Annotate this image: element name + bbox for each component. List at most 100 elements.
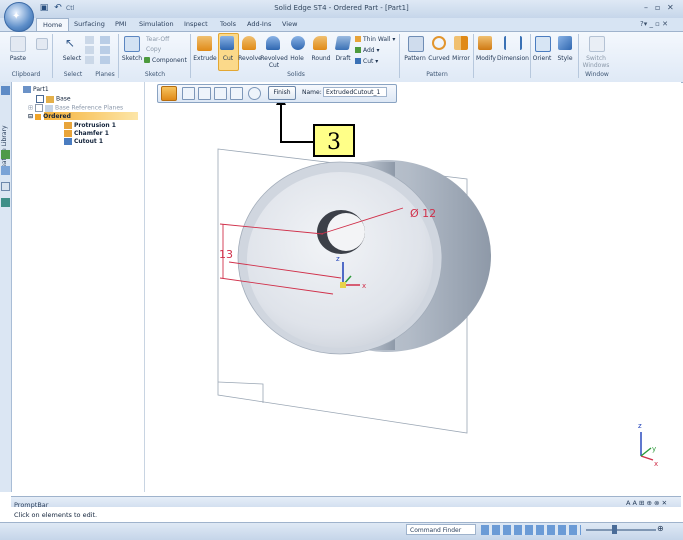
pattern-icon[interactable]	[408, 36, 424, 52]
revolved-cut-button-label[interactable]: Revolved Cut	[260, 55, 288, 69]
tab-inspect[interactable]: Inspect	[184, 20, 208, 28]
curved-icon[interactable]	[432, 36, 446, 50]
thin-wall-button[interactable]: Thin Wall ▾	[363, 36, 395, 43]
cylinder-face[interactable]	[247, 172, 433, 348]
pattern-button-label[interactable]: Pattern	[401, 55, 429, 62]
side-step-icon[interactable]	[214, 87, 227, 100]
zoom-slider-track[interactable]	[586, 529, 656, 531]
style-button-label[interactable]: Style	[554, 55, 576, 62]
pathfinder-tab-icon[interactable]	[1, 86, 10, 95]
paste-icon[interactable]	[10, 36, 26, 52]
feature-name-field[interactable]: ExtrudedCutout_1	[323, 87, 387, 97]
profile-step-icon[interactable]	[198, 87, 211, 100]
selection-tab-icon[interactable]	[1, 182, 10, 191]
tab-simulation[interactable]: Simulation	[139, 20, 174, 28]
expand-icon[interactable]: ⊞	[28, 105, 33, 112]
view-tools-icons[interactable]	[481, 525, 581, 535]
diameter-dimension[interactable]: Ø 12	[410, 207, 436, 220]
command-finder-input[interactable]: Command Finder	[406, 524, 476, 535]
curved-button-label[interactable]: Curved	[427, 55, 451, 62]
cut-clip-icon[interactable]	[36, 38, 48, 50]
draft-button-label[interactable]: Draft	[333, 55, 353, 62]
teamcenter-tab-icon[interactable]	[1, 198, 10, 207]
tree-item-cutout[interactable]: Cutout 1	[64, 138, 103, 145]
orient-icon[interactable]	[535, 36, 551, 52]
extrude-button-label[interactable]: Extrude	[191, 55, 219, 62]
thin-wall-icon	[355, 36, 361, 42]
tab-add-ins[interactable]: Add-Ins	[247, 20, 271, 28]
prompt-bar-controls[interactable]: A A ⊞ ⊕ ⊗ ✕	[626, 499, 667, 507]
modify-button-label[interactable]: Modify	[473, 55, 499, 62]
feature-library-tab[interactable]: Feature Library	[1, 108, 10, 188]
cut-icon[interactable]	[220, 36, 234, 50]
select-tools-icon[interactable]	[85, 36, 95, 66]
application-button[interactable]: ✦	[4, 2, 34, 32]
layers-tab-icon[interactable]	[1, 150, 10, 159]
view-triad-x	[640, 455, 654, 461]
tab-pmi[interactable]: PMI	[115, 20, 126, 28]
cut-dropdown-button[interactable]: Cut ▾	[363, 58, 378, 65]
finish-button[interactable]: Finish	[268, 86, 296, 100]
tab-tools[interactable]: Tools	[220, 20, 236, 28]
zoom-slider-thumb[interactable]	[612, 525, 617, 534]
sketch-icon[interactable]	[124, 36, 140, 52]
tab-surfacing[interactable]: Surfacing	[74, 20, 105, 28]
minimize-icon[interactable]: –	[644, 3, 648, 12]
treatment-step-icon[interactable]	[248, 87, 261, 100]
switch-windows-label[interactable]: Switch Windows	[580, 55, 612, 69]
tab-home[interactable]: Home	[36, 18, 70, 32]
planes-icon	[44, 104, 53, 112]
tree-item-part1[interactable]: Part1	[23, 86, 49, 93]
dimension-icon[interactable]	[504, 36, 522, 50]
tree-item-chamfer[interactable]: Chamfer 1	[64, 130, 109, 137]
round-button-label[interactable]: Round	[309, 55, 333, 62]
revolved-cut-icon[interactable]	[266, 36, 280, 50]
hole-icon[interactable]	[291, 36, 305, 50]
copy-button[interactable]: Copy	[146, 46, 161, 53]
collapse-icon[interactable]: ⊟	[28, 113, 33, 120]
tree-item-base[interactable]: Base	[36, 95, 71, 103]
component-button[interactable]: Component	[152, 57, 187, 64]
model-viewport[interactable]: Ø 12 13 z x z y x	[145, 82, 681, 492]
tab-view[interactable]: View	[282, 20, 297, 28]
revolve-icon[interactable]	[242, 36, 256, 50]
origin-marker	[340, 282, 346, 288]
chamfer-icon	[64, 130, 72, 137]
tree-item-protrusion[interactable]: Protrusion 1	[64, 122, 116, 129]
mirror-icon[interactable]	[454, 36, 468, 50]
revolve-button-label[interactable]: Revolve	[238, 55, 262, 62]
height-dimension[interactable]: 13	[219, 248, 233, 261]
cut-step-icon[interactable]	[161, 86, 177, 101]
paste-button-label[interactable]: Paste	[4, 55, 32, 62]
tear-off-button[interactable]: Tear-Off	[146, 36, 169, 43]
draft-icon[interactable]	[334, 36, 352, 50]
extrude-icon[interactable]	[197, 36, 212, 51]
help-icon[interactable]: ?▾ _ ▫ ✕	[640, 20, 668, 28]
modify-icon[interactable]	[478, 36, 492, 50]
zoom-in-icon[interactable]: ⊕	[657, 524, 664, 533]
select-button-label[interactable]: Select	[58, 55, 86, 62]
cut-button-label[interactable]: Cut	[219, 55, 237, 62]
close-icon[interactable]: ✕	[667, 3, 674, 12]
mirror-button-label[interactable]: Mirror	[450, 55, 472, 62]
round-icon[interactable]	[313, 36, 327, 50]
plane-step-icon[interactable]	[182, 87, 195, 100]
dimension-button-label[interactable]: Dimension	[497, 55, 529, 62]
add-button[interactable]: Add ▾	[363, 47, 380, 54]
sensors-tab-icon[interactable]	[1, 166, 10, 175]
checkbox-checked-icon[interactable]	[36, 95, 44, 103]
cutout-icon	[64, 138, 72, 145]
maximize-icon[interactable]: ▫	[655, 3, 660, 12]
planes-tools-icon[interactable]	[100, 36, 112, 66]
tree-item-ordered[interactable]: ⊟ Ordered	[28, 113, 71, 120]
hole-button-label[interactable]: Hole	[287, 55, 307, 62]
style-icon[interactable]	[558, 36, 572, 50]
switch-windows-icon[interactable]	[589, 36, 605, 52]
sketch-button-label[interactable]: Sketch	[119, 55, 145, 62]
checkbox-icon[interactable]	[34, 104, 43, 112]
tree-item-base-reference-planes[interactable]: ⊞ Base Reference Planes	[28, 104, 123, 112]
extent-step-icon[interactable]	[230, 87, 243, 100]
orient-button-label[interactable]: Orient	[530, 55, 554, 62]
folder-icon	[46, 95, 54, 103]
select-arrow-icon[interactable]: ↖	[65, 36, 79, 50]
